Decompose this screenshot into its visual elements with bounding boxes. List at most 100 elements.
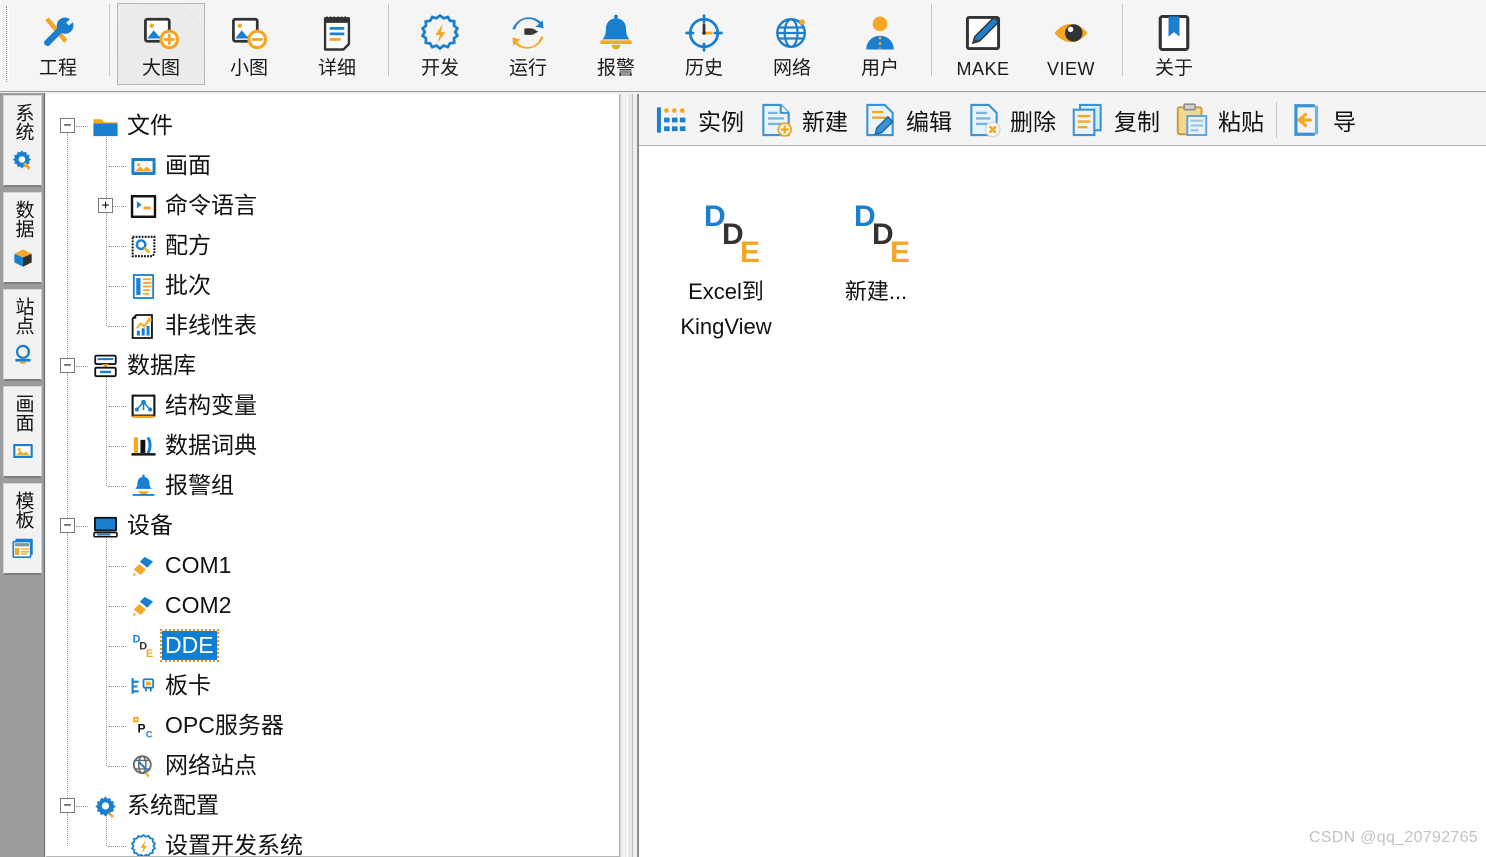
toolbar-button-network-globe[interactable]: 网络 xyxy=(748,3,836,85)
toolbar-button-run-refresh[interactable]: 运行 xyxy=(484,3,572,85)
tree-node-label: COM2 xyxy=(165,592,232,618)
device-monitor-icon xyxy=(90,511,120,541)
content-toolbar-label: 删除 xyxy=(1010,108,1056,135)
left-tab-rail: 系统数据站点画面模板 xyxy=(0,93,45,857)
toolbar-button-alarm-bell[interactable]: 报警 xyxy=(572,3,660,85)
tree-node-batch[interactable]: 批次 xyxy=(46,266,619,306)
toolbar-separator xyxy=(931,4,932,76)
rail-tab-screen-picture[interactable]: 画面 xyxy=(3,386,42,478)
tree-node-database[interactable]: − 数据库 xyxy=(46,346,619,386)
make-pencil-icon xyxy=(961,10,1005,56)
tree-toggle-minus[interactable]: − xyxy=(60,358,75,373)
toolbar-button-details[interactable]: 详细 xyxy=(293,3,381,85)
copy-document-icon xyxy=(1068,100,1108,140)
alarm-group-icon xyxy=(128,471,158,501)
tree-node-label: 设置开发系统 xyxy=(165,832,303,857)
instance-list-icon xyxy=(652,100,692,140)
run-refresh-icon xyxy=(506,10,550,56)
rail-tab-label: 系统 xyxy=(12,103,34,141)
tree-toggle-plus[interactable]: + xyxy=(98,198,113,213)
toolbar-button-label: 开发 xyxy=(420,58,459,79)
rail-tab-label: 数据 xyxy=(12,200,34,238)
import-arrow-icon xyxy=(1287,100,1327,140)
tree-node-board-card[interactable]: 板卡 xyxy=(46,666,619,706)
tree-toggle-minus[interactable]: − xyxy=(60,798,75,813)
tree-node-network-site[interactable]: 网络站点 xyxy=(46,746,619,786)
dde-icon: DDE xyxy=(128,631,158,661)
panel-splitter[interactable] xyxy=(620,94,638,857)
tree-node-label: 画面 xyxy=(165,152,211,178)
content-toolbar-label: 编辑 xyxy=(906,108,952,135)
tree-toggle-minus[interactable]: − xyxy=(60,518,75,533)
board-card-icon xyxy=(128,671,158,701)
content-toolbar-separator xyxy=(1276,101,1277,138)
tree-node-system-config[interactable]: − 系统配置 xyxy=(46,786,619,826)
toolbar-button-larges-icon[interactable]: 大图 xyxy=(117,3,205,85)
tree-node-data-dictionary[interactable]: 数据词典 xyxy=(46,426,619,466)
tree-node-opc-server[interactable]: P C OPC服务器 xyxy=(46,706,619,746)
content-toolbar-import-arrow[interactable]: 导 xyxy=(1282,97,1363,143)
content-toolbar-new-document[interactable]: 新建 xyxy=(751,97,855,143)
rail-tab-label: 画面 xyxy=(12,394,34,432)
rail-tab-data-cube[interactable]: 数据 xyxy=(3,192,42,284)
tree-node-setup-develop[interactable]: 设置开发系统 xyxy=(46,826,619,857)
content-toolbar-paste-clipboard[interactable]: 粘贴 xyxy=(1167,97,1271,143)
toolbar-button-label: 关于 xyxy=(1154,58,1193,79)
develop-gear-icon xyxy=(418,10,462,56)
toolbar-button-history-clock[interactable]: 历史 xyxy=(660,3,748,85)
tree-node-label: 数据词典 xyxy=(165,432,257,458)
screen-picture-icon xyxy=(10,438,36,469)
com-port-icon xyxy=(128,551,158,581)
project-tree: − 文件画面 + 命令语言 配方批次非线性表 − 数据库结构变量数据词典报警组 − 设备 COM1… xyxy=(46,94,619,857)
toolbar-button-label: 报警 xyxy=(596,58,635,79)
toolbar-button-user-person[interactable]: 用户 xyxy=(836,3,924,85)
tree-node-nonlinear-table[interactable]: 非线性表 xyxy=(46,306,619,346)
toolbar-drag-grip[interactable] xyxy=(0,2,14,86)
content-item-label: 新建... xyxy=(844,279,908,304)
tree-node-label: 设备 xyxy=(127,512,173,538)
content-panel: 实例 新建 编辑 删除 复制 粘贴 导 D D E Excel到KingView D D E 新建... … xyxy=(638,94,1486,857)
dde-item-list[interactable]: D D E Excel到KingView D D E 新建... CSDN @qq_20792… xyxy=(639,146,1486,857)
project-tree-panel[interactable]: − 文件画面 + 命令语言 配方批次非线性表 − 数据库结构变量数据词典报警组 − 设备 COM1… xyxy=(46,94,620,857)
tree-node-label: 结构变量 xyxy=(165,392,257,418)
toolbar-button-make-pencil[interactable]: MAKE xyxy=(939,3,1027,85)
database-icon xyxy=(90,351,120,381)
tree-node-struct-variable[interactable]: 结构变量 xyxy=(46,386,619,426)
content-toolbar-label: 复制 xyxy=(1114,108,1160,135)
tree-node-com-port[interactable]: COM1 xyxy=(46,546,619,586)
tree-node-dde[interactable]: D D E DDE xyxy=(46,626,619,666)
tree-node-alarm-group[interactable]: 报警组 xyxy=(46,466,619,506)
toolbar-button-smalls-icon[interactable]: 小图 xyxy=(205,3,293,85)
toolbar-button-about-bookmark[interactable]: 关于 xyxy=(1130,3,1218,85)
content-toolbar-delete-document[interactable]: 删除 xyxy=(959,97,1063,143)
tree-node-folder-open[interactable]: − 文件 xyxy=(46,106,619,146)
toolbar-button-tools[interactable]: 工程 xyxy=(14,3,102,85)
content-toolbar-copy-document[interactable]: 复制 xyxy=(1063,97,1167,143)
delete-document-icon xyxy=(964,100,1004,140)
toolbar-button-develop-gear[interactable]: 开发 xyxy=(396,3,484,85)
rail-tab-template-layout[interactable]: 模板 xyxy=(3,483,42,575)
toolbar-button-label: MAKE xyxy=(956,59,1010,79)
command-language-icon xyxy=(128,191,158,221)
content-item[interactable]: D D E 新建... xyxy=(801,198,951,309)
tree-node-recipe[interactable]: 配方 xyxy=(46,226,619,266)
rail-tab-system-gear-wrench[interactable]: 系统 xyxy=(3,95,42,187)
content-toolbar-label: 导 xyxy=(1333,108,1356,135)
toolbar-button-label: 工程 xyxy=(38,58,77,79)
details-icon xyxy=(315,10,359,56)
tree-node-device-monitor[interactable]: − 设备 xyxy=(46,506,619,546)
toolbar-button-label: 运行 xyxy=(508,58,547,79)
com-port-icon xyxy=(128,591,158,621)
content-item[interactable]: D D E Excel到KingView xyxy=(651,198,801,344)
content-toolbar-instance-list[interactable]: 实例 xyxy=(647,97,751,143)
tree-node-label: 批次 xyxy=(165,272,211,298)
tree-node-command-language[interactable]: + 命令语言 xyxy=(46,186,619,226)
tree-node-com-port[interactable]: COM2 xyxy=(46,586,619,626)
tree-toggle-minus[interactable]: − xyxy=(60,118,75,133)
large-icons-icon xyxy=(139,10,183,56)
tree-node-picture[interactable]: 画面 xyxy=(46,146,619,186)
content-toolbar-edit-document[interactable]: 编辑 xyxy=(855,97,959,143)
toolbar-separator xyxy=(1122,4,1123,76)
toolbar-button-view-eye[interactable]: VIEW xyxy=(1027,3,1115,85)
rail-tab-site-satellite[interactable]: 站点 xyxy=(3,289,42,381)
